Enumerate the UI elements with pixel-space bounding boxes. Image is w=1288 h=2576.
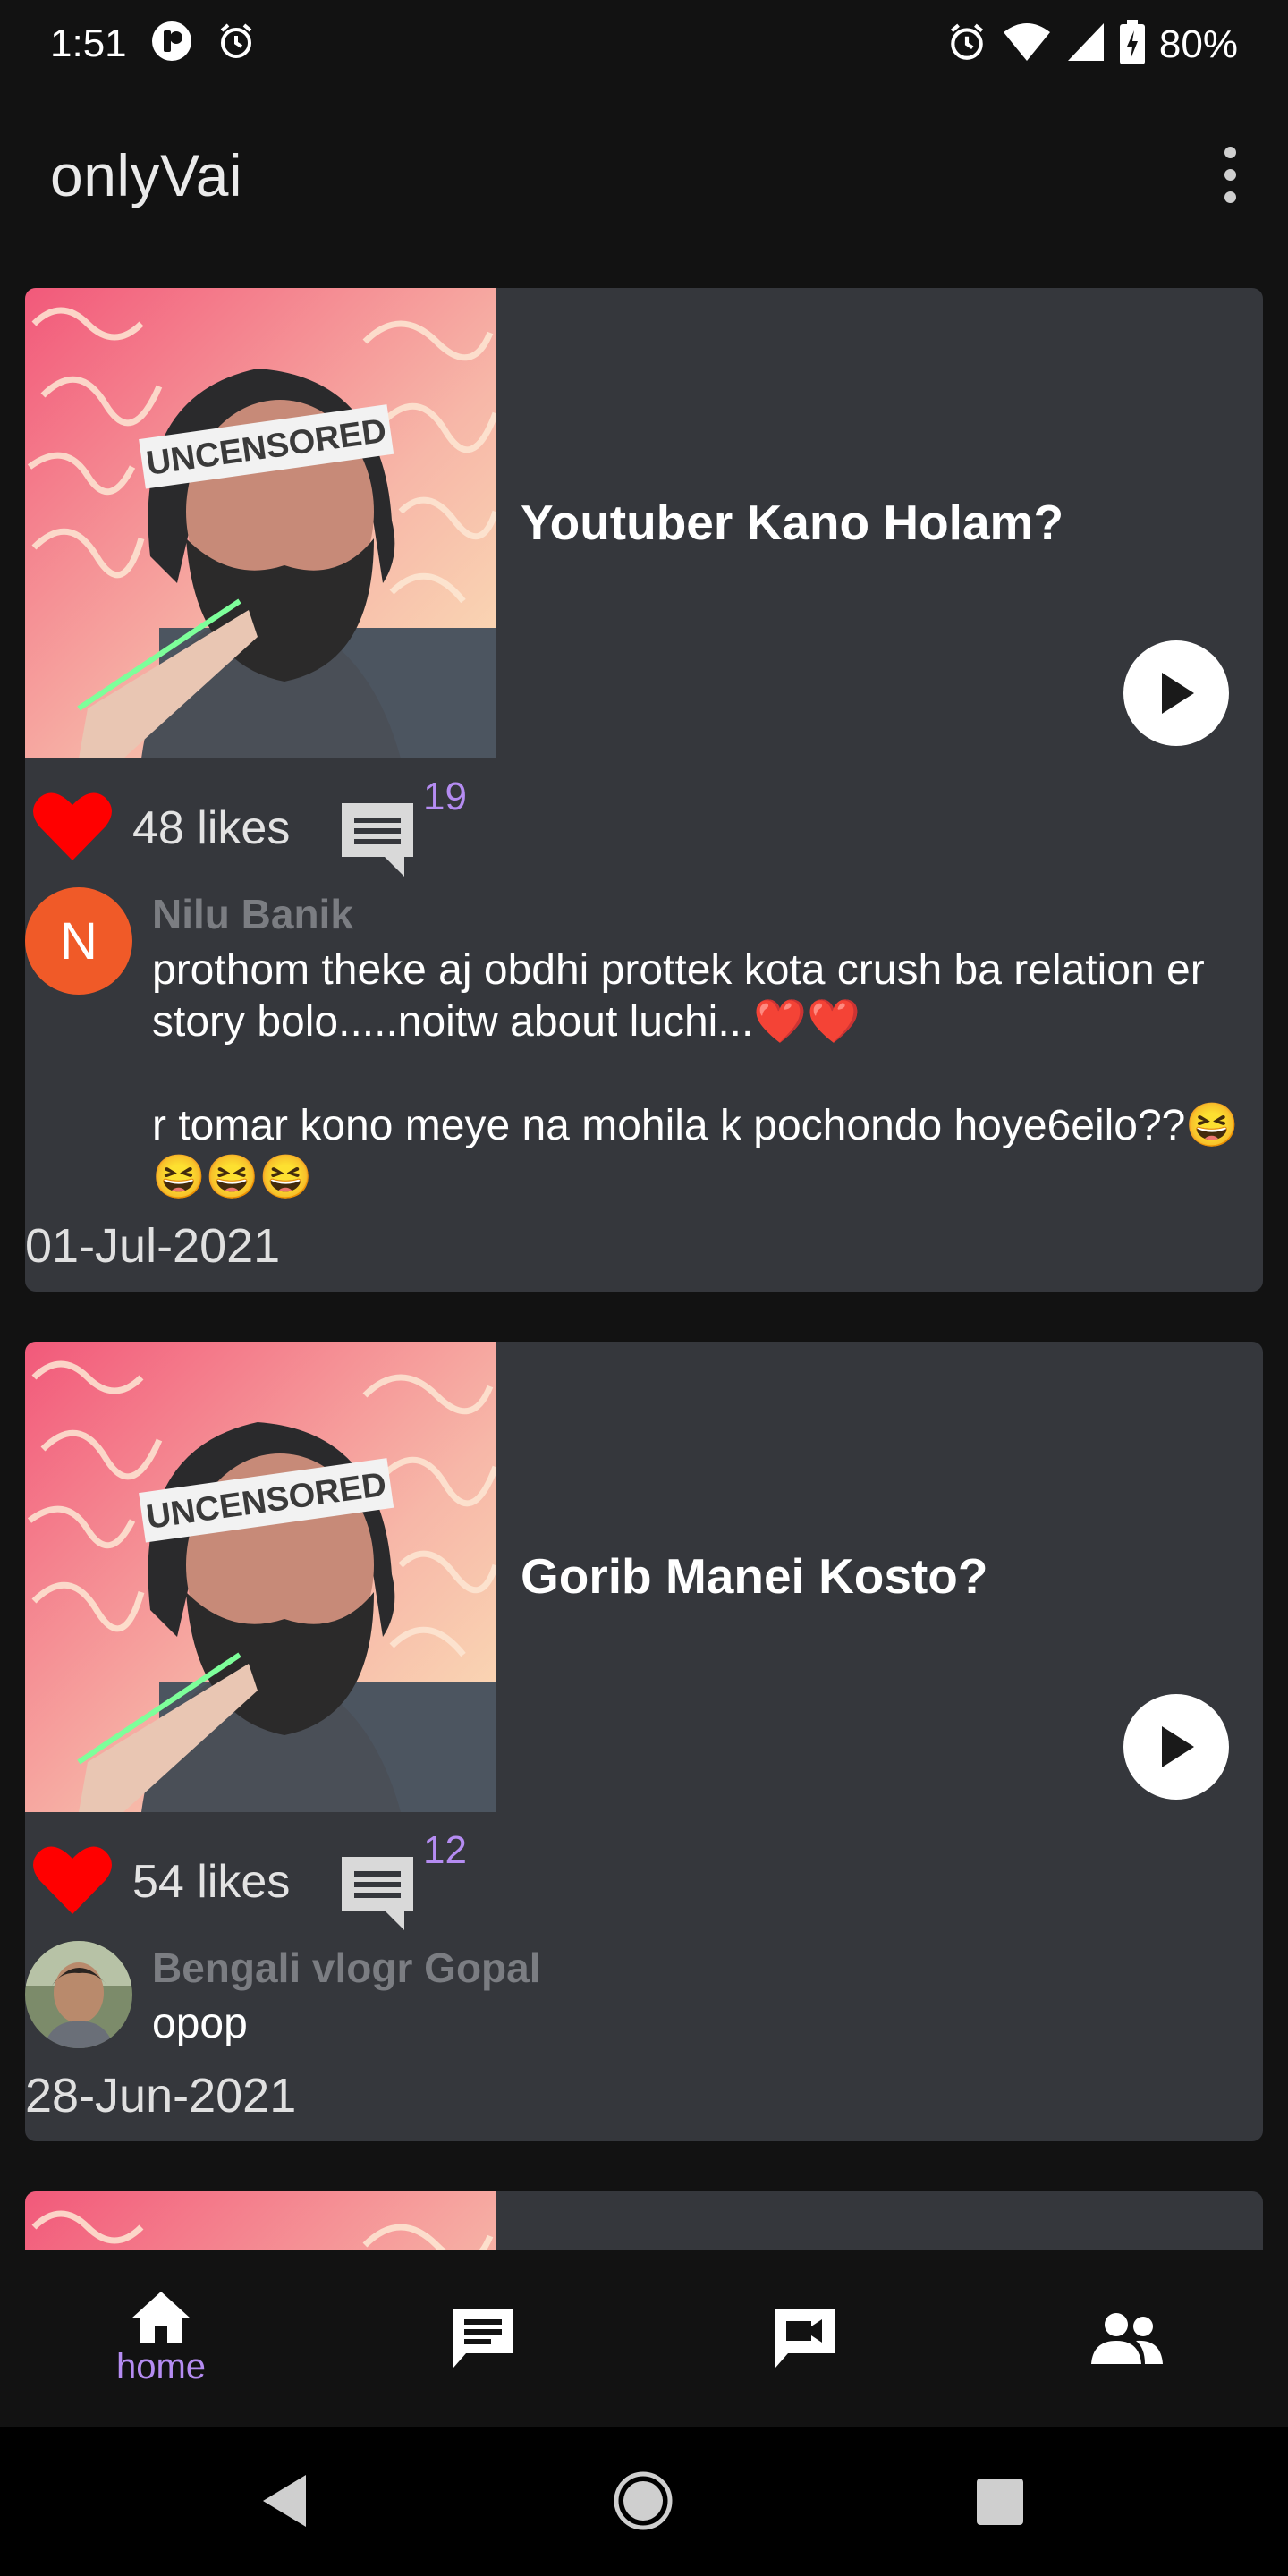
back-icon[interactable] xyxy=(259,2473,309,2533)
heart-icon[interactable] xyxy=(32,1843,113,1920)
post-thumbnail[interactable]: UNCENSORED xyxy=(25,1342,496,1812)
recents-icon[interactable] xyxy=(975,2477,1025,2531)
post-card[interactable]: UNCENSORED Gorib Manei Kosto? 54 likes 1… xyxy=(25,1342,1263,2141)
nav-video-chat[interactable] xyxy=(644,2250,966,2427)
play-icon xyxy=(1162,1726,1194,1767)
post-thumbnail[interactable] xyxy=(25,2191,496,2250)
nav-chat[interactable] xyxy=(322,2250,644,2427)
nav-home-label: home xyxy=(115,2346,207,2386)
status-left: 1:51 xyxy=(50,20,256,67)
likes-count: 48 likes xyxy=(132,802,291,854)
post-date: 28-Jun-2021 xyxy=(25,2069,297,2123)
system-navigation-bar xyxy=(0,2427,1288,2576)
app-bar: onlyVai xyxy=(0,89,1288,259)
more-options-button[interactable] xyxy=(1199,134,1261,215)
battery-percentage: 80% xyxy=(1158,21,1238,66)
comment-text: prothom theke aj obdhi prottek kota crus… xyxy=(152,946,1240,1201)
post-card[interactable]: UNCENSORED Youtuber Kano Holam? 48 likes… xyxy=(25,288,1263,1292)
signal-icon xyxy=(1066,21,1106,67)
play-button[interactable] xyxy=(1123,1694,1229,1800)
post-stats: 54 likes 12 xyxy=(25,1825,651,1930)
comment-text: opop xyxy=(152,2000,248,2047)
status-time: 1:51 xyxy=(50,21,127,65)
play-icon xyxy=(1162,673,1194,714)
people-icon xyxy=(1091,2313,1163,2364)
wifi-icon xyxy=(1002,21,1052,67)
play-button[interactable] xyxy=(1123,640,1229,746)
home-circle-icon[interactable] xyxy=(614,2471,673,2535)
more-vert-dot xyxy=(1224,168,1236,181)
nav-home[interactable]: home xyxy=(0,2250,322,2427)
bottom-navigation: home xyxy=(0,2250,1288,2427)
post-feed[interactable]: UNCENSORED Youtuber Kano Holam? 48 likes… xyxy=(0,259,1288,2250)
battery-charging-icon xyxy=(1119,20,1145,69)
post-title[interactable]: Youtuber Kano Holam? xyxy=(521,494,1063,551)
app-title: onlyVai xyxy=(50,142,243,208)
comment-icon[interactable] xyxy=(336,1852,419,1938)
post-title[interactable]: Gorib Manei Kosto? xyxy=(521,1547,988,1605)
comment-icon[interactable] xyxy=(336,798,419,885)
chat-icon xyxy=(453,2309,513,2368)
post-thumbnail[interactable]: UNCENSORED xyxy=(25,288,496,758)
avatar: N xyxy=(25,887,132,995)
alarm-icon xyxy=(216,21,256,65)
heart-icon[interactable] xyxy=(32,789,113,867)
home-icon xyxy=(131,2291,191,2343)
comment-author: Nilu Banik xyxy=(152,891,353,937)
status-right: 80% xyxy=(946,20,1238,69)
app-notification-icon xyxy=(150,20,193,67)
comments-count: 19 xyxy=(423,775,467,818)
likes-count: 54 likes xyxy=(132,1856,291,1908)
post-stats: 48 likes 19 xyxy=(25,771,651,877)
comment-body: Bengali vlogr Gopal opop xyxy=(152,1941,1252,2050)
post-date: 01-Jul-2021 xyxy=(25,1219,281,1273)
comment-author: Bengali vlogr Gopal xyxy=(152,1945,541,1991)
nav-people[interactable] xyxy=(966,2250,1288,2427)
alarm-icon xyxy=(946,21,987,67)
video-chat-icon xyxy=(775,2309,835,2368)
avatar xyxy=(25,1941,132,2048)
more-vert-dot xyxy=(1224,191,1236,203)
post-card[interactable] xyxy=(25,2191,1263,2250)
comments-count: 12 xyxy=(423,1828,467,1872)
status-bar: 1:51 80% xyxy=(0,0,1288,89)
more-vert-icon xyxy=(1224,146,1236,158)
comment-body: Nilu Banik prothom theke aj obdhi protte… xyxy=(152,887,1252,1204)
